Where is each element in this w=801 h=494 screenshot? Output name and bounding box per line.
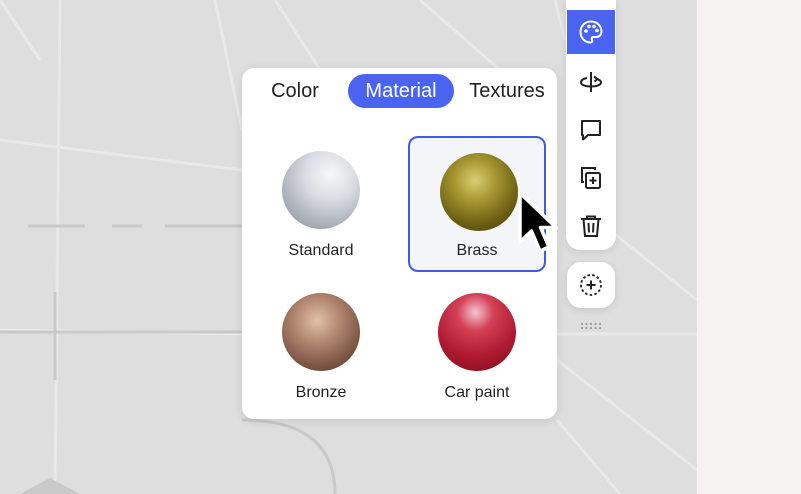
material-preview-sphere [282, 293, 360, 371]
material-car-paint[interactable]: Car paint [408, 278, 546, 414]
rotate-button[interactable] [567, 60, 615, 104]
tab-color[interactable]: Color [262, 74, 328, 108]
palette-button[interactable] [567, 10, 615, 54]
material-standard[interactable]: Standard [252, 136, 390, 272]
material-tabs: Color Material Textures [242, 68, 557, 118]
material-label: Car paint [444, 384, 510, 401]
rotate-icon [579, 72, 603, 92]
toolbar-drag-handle[interactable] [579, 318, 603, 330]
trash-icon [581, 215, 601, 237]
comment-button[interactable] [567, 108, 615, 152]
material-preview-sphere [438, 293, 516, 371]
mouse-pointer-icon [517, 190, 563, 261]
material-preview-sphere [440, 153, 518, 231]
material-label: Bronze [295, 384, 347, 401]
drag-handle-icon [580, 322, 602, 330]
material-bronze[interactable]: Bronze [252, 278, 390, 414]
material-popover: Color Material Textures Standard Brass B… [242, 68, 557, 419]
tab-material[interactable]: Material [348, 74, 454, 108]
add-button[interactable] [567, 262, 615, 308]
material-label: Standard [288, 242, 354, 259]
tab-textures[interactable]: Textures [464, 74, 550, 108]
duplicate-icon [581, 167, 601, 189]
delete-button[interactable] [567, 204, 615, 248]
duplicate-button[interactable] [567, 156, 615, 200]
object-toolbar [566, 0, 616, 250]
comment-icon [581, 120, 601, 141]
material-preview-sphere [282, 151, 360, 229]
add-circle-icon [580, 274, 602, 296]
palette-icon [579, 20, 603, 44]
